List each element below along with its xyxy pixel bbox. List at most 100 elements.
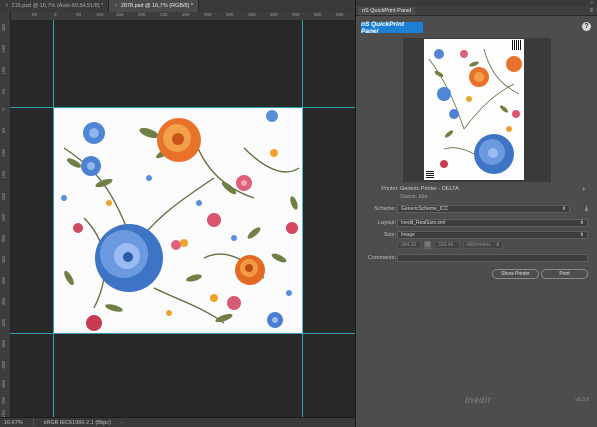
scheme-label: Scheme: [374,206,396,212]
ruler-tick: 200 [138,12,146,17]
document-tab-label: 215.psd @ 16,7% (Auto-60,54,51/8) * [11,3,104,9]
ruler-tick: 50 [1,89,6,95]
ruler-tick: 450 [1,298,6,306]
ruler-tick: 50 [32,12,38,17]
ruler-tick: 500 [270,12,278,17]
layout-label: Layout: [377,220,396,226]
ruler-tick: 550 [292,12,300,17]
ruler-tick: 100 [1,67,6,75]
size-label: Size: [383,232,396,238]
brand-logo: inèdit [465,395,491,405]
ruler-tick: 100 [1,149,6,157]
unit-value: Millimeters [467,242,491,248]
color-profile: sRGB IEC61966-2.1 (8bpc) [43,419,111,426]
ruler-tick: 450 [248,12,256,17]
close-icon[interactable]: × [114,3,118,9]
show-printer-button[interactable]: Show Printer [492,269,539,279]
width-value: 384.25 [401,242,417,248]
print-preview [403,38,551,182]
ruler-tick: 250 [1,214,6,222]
ruler-tick: 600 [314,12,322,17]
print-button[interactable]: Print [541,269,588,279]
printer-status: Status: Idle [400,194,428,200]
ruler-tick: 250 [160,12,168,17]
layout-select[interactable]: Inedit_RealSize.xml ⬍ [397,219,588,227]
ruler-tick: 150 [1,45,6,53]
divider [32,419,34,426]
ruler-tick: 650 [336,12,344,17]
ruler-tick: 0 [54,12,57,17]
download-icon[interactable]: ⤓ [585,205,588,213]
panel-menu-icon[interactable]: ≡ [589,8,593,14]
scheme-value: GenericScheme_ICC [401,206,449,212]
ruler-tick: 100 [96,12,104,17]
ruler-tick: 0 [1,108,6,111]
help-icon[interactable]: ? [582,22,591,31]
chevron-updown-icon: ⬍ [579,220,584,226]
close-icon[interactable]: × [5,3,9,9]
ruler-tick: 350 [1,256,6,264]
document-tab-label: 2878.psd @ 16,7% (RGB/8) * [120,3,194,9]
scheme-select[interactable]: GenericScheme_ICC ⬍ [397,205,570,213]
ruler-tick: 650 [1,380,6,388]
chevron-right-icon[interactable]: › [121,420,123,426]
panel-tab-bar: nS QuickPrint Panel ≡ [356,6,597,16]
scheme-row: Scheme: GenericScheme_ICC ⬍ ⤓ [356,205,597,214]
ruler-tick: 350 [204,12,212,17]
ruler-tick: 550 [1,340,6,348]
floral-artwork-image[interactable] [54,108,303,333]
height-input[interactable]: 333.46 [434,241,460,249]
guide-vertical-right[interactable] [302,20,303,417]
size-select[interactable]: Image ⬍ [397,231,588,239]
layout-value: Inedit_RealSize.xml [401,220,446,226]
ruler-tick: 200 [1,193,6,201]
ruler-tick: 400 [1,277,6,285]
tab-quickprint-panel[interactable]: nS QuickPrint Panel [358,6,416,15]
height-value: 333.46 [438,242,454,248]
ruler-tick: 200 [1,24,6,32]
printer-label: Printer: [381,186,399,192]
comments-label: Comments: [367,255,396,261]
link-icon[interactable]: ⛓ [424,241,431,249]
layout-row: Layout: Inedit_RealSize.xml ⬍ [356,219,597,228]
document-tab-2878[interactable]: × 2878.psd @ 16,7% (RGB/8) * [109,0,200,12]
printer-section: Printer: Generic Printer - DELTA Status:… [356,185,597,203]
guide-horizontal-top[interactable] [10,107,355,108]
document-canvas[interactable] [10,20,355,417]
preview-floral-pattern [428,48,522,174]
ruler-tick: 150 [1,171,6,179]
chevron-updown-icon: ⬍ [561,206,566,212]
ruler-tick: 50 [1,128,6,134]
chevron-updown-icon: ⬍ [495,242,500,248]
chevron-updown-icon: ⬍ [579,232,584,238]
ruler-tick: 300 [182,12,190,17]
printer-name: Generic Printer - DELTA [400,186,459,192]
unit-select[interactable]: Millimeters ⬍ [463,241,503,249]
comments-row: Comments: [356,254,597,263]
guide-horizontal-bottom[interactable] [10,333,355,334]
ruler-tick: 400 [226,12,234,17]
status-bar: 16,67% sRGB IEC61966-2.1 (8bpc) › [0,417,355,427]
barcode-icon [426,170,434,178]
preview-page [424,39,524,180]
size-value: Image [401,232,415,238]
floral-pattern [61,110,300,331]
chevron-right-icon[interactable]: › [583,186,585,193]
qr-code-icon [512,40,522,50]
zoom-level[interactable]: 16,67% [4,420,23,426]
version-label: v8.0.0 [575,397,589,403]
comments-input[interactable] [397,254,588,262]
ruler-tick: 300 [1,235,6,243]
collapse-icon[interactable]: » [590,0,593,6]
ruler-tick: 50 [76,12,82,17]
size-row: Size: Image ⬍ [356,231,597,240]
document-tab-215[interactable]: × 215.psd @ 16,7% (Auto-60,54,51/8) * [0,0,110,12]
width-input[interactable]: 384.25 [397,241,421,249]
ruler-tick: 600 [1,361,6,369]
guide-vertical-left[interactable] [53,20,54,417]
plugin-logo: nS QuickPrint Panel [361,21,423,35]
ruler-tick: 150 [116,12,124,17]
ruler-tick: 500 [1,319,6,327]
ruler-tick: 700 [1,397,6,405]
quickprint-panel: » nS QuickPrint Panel ≡ nS QuickPrint Pa… [355,0,597,427]
